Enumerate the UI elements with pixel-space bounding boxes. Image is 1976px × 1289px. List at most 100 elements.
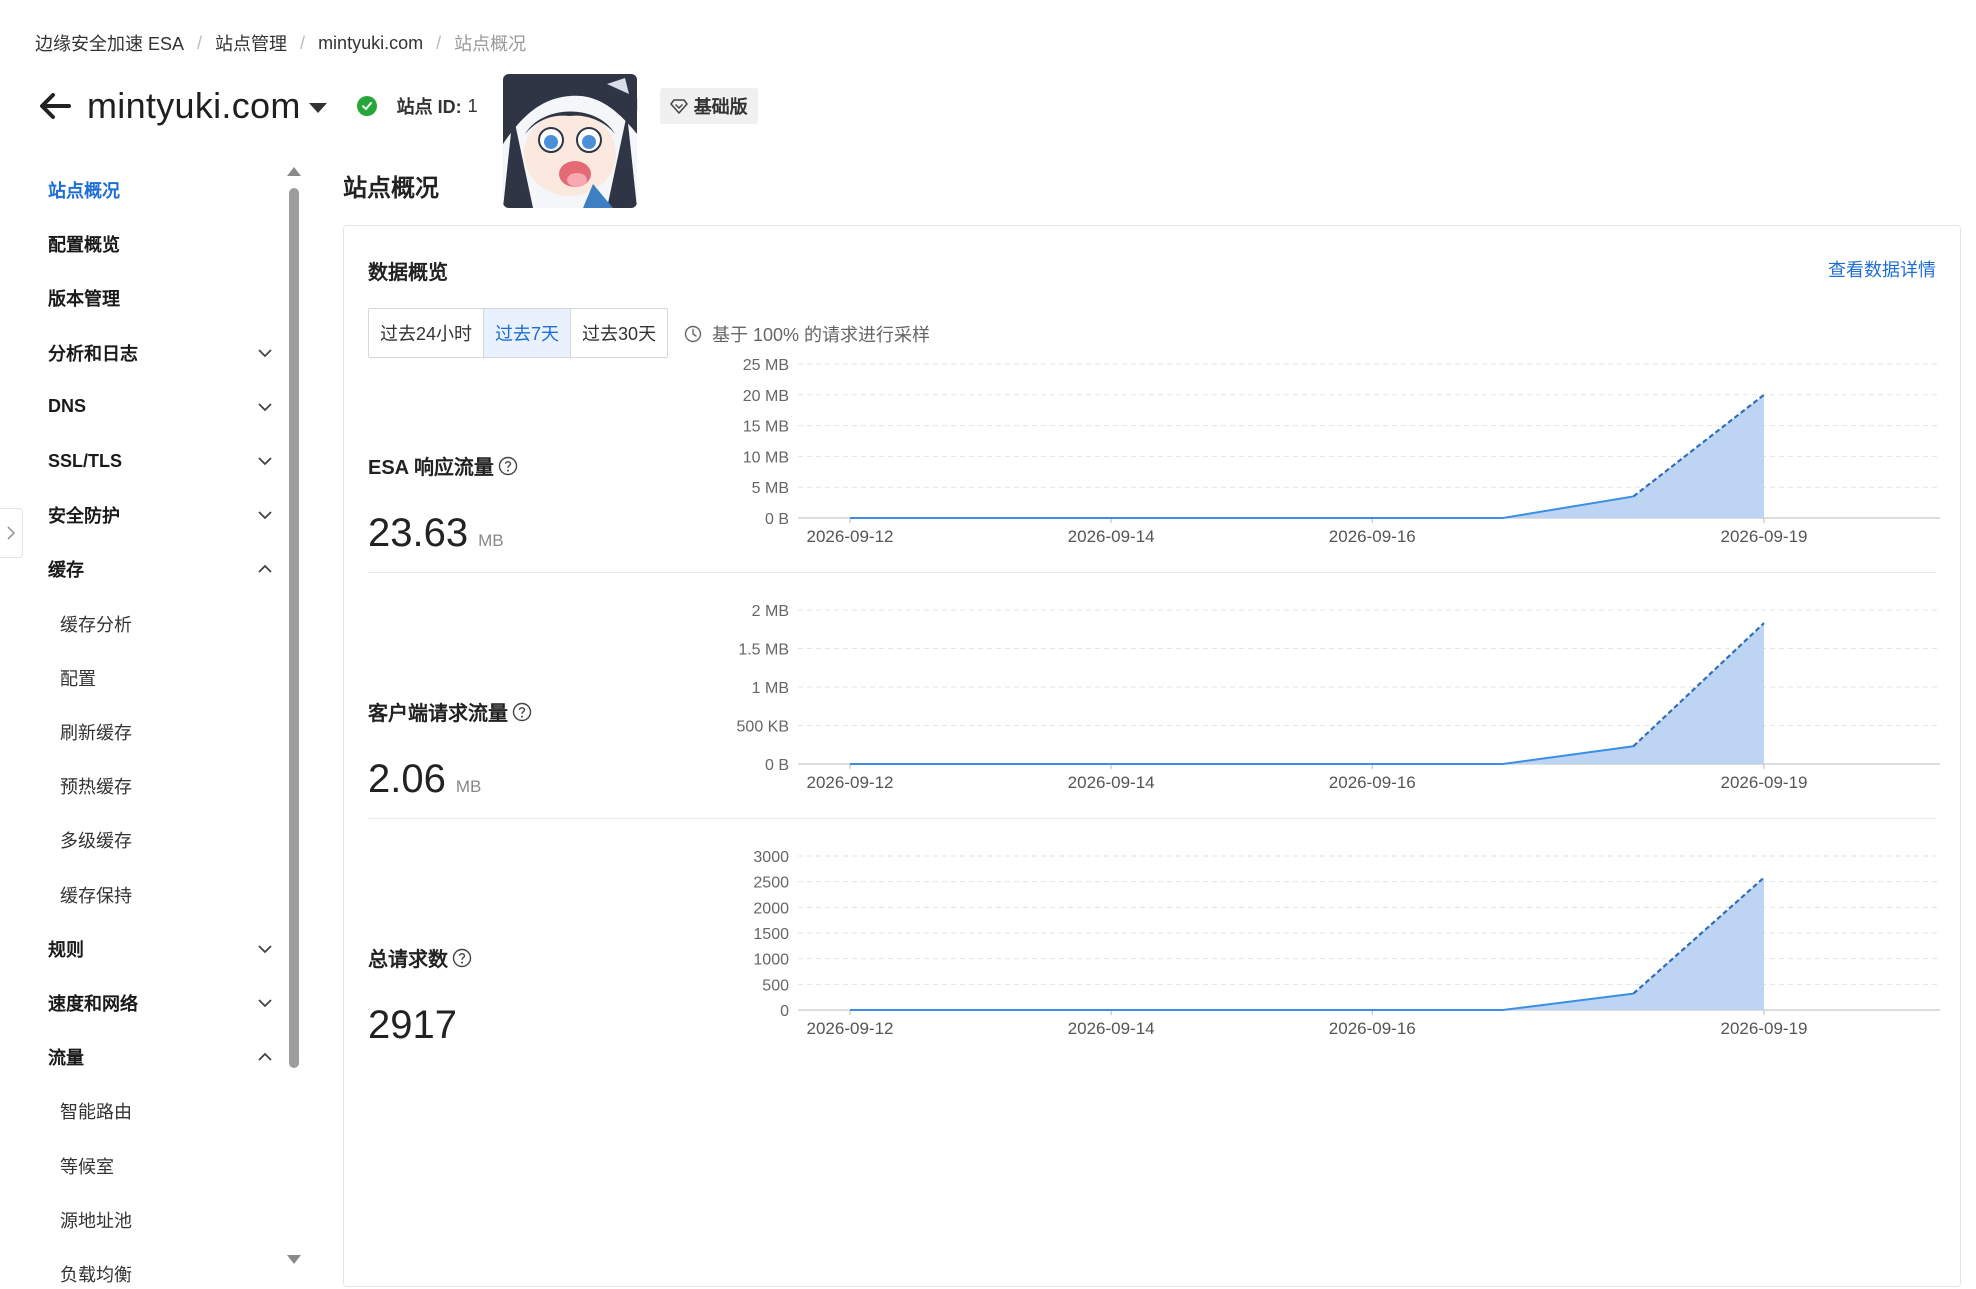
site-switcher-caret-icon[interactable] [309, 103, 327, 113]
chevron-down-icon[interactable] [257, 507, 273, 523]
metric-label-esa-response-traffic: ESA 响应流量 [368, 451, 518, 480]
data-overview-card: 数据概览 查看数据详情 过去24小时 过去7天 过去30天 基于 100% 的请… [343, 225, 1961, 1287]
chevron-down-icon[interactable] [257, 995, 273, 1011]
sidebar-item[interactable]: 分析和日志 [48, 338, 273, 368]
chevron-down-icon[interactable] [257, 399, 273, 415]
breadcrumb-esa[interactable]: 边缘安全加速 ESA [35, 30, 184, 56]
sidebar-item[interactable]: 多级缓存 [60, 825, 285, 855]
y-tick-label: 10 MB [743, 449, 789, 466]
sidebar-item-label: 缓存分析 [60, 611, 132, 637]
metric-label-text: 客户端请求流量 [368, 697, 508, 726]
back-arrow-icon[interactable] [35, 86, 75, 126]
help-icon[interactable] [512, 702, 532, 722]
breadcrumb-site[interactable]: mintyuki.com [318, 33, 423, 54]
y-tick-label: 3000 [753, 849, 789, 866]
sidebar-item-label: 缓存保持 [60, 882, 132, 908]
help-icon[interactable] [452, 948, 472, 968]
y-tick-label: 0 B [765, 511, 789, 528]
metric-number: 2917 [368, 1003, 457, 1048]
plan-label: 基础版 [694, 93, 748, 119]
sidebar-item[interactable]: 速度和网络 [48, 988, 273, 1018]
y-tick-label: 1000 [753, 952, 789, 969]
metric-value-total-requests: 2917 [368, 1003, 457, 1048]
x-tick-label: 2026-09-19 [1721, 1019, 1808, 1038]
sidebar-item-label: 预热缓存 [60, 773, 132, 799]
sidebar-item[interactable]: 缓存分析 [60, 609, 285, 639]
breadcrumb-separator: / [436, 33, 441, 54]
time-range-selector: 过去24小时 过去7天 过去30天 [368, 308, 668, 358]
sidebar-item[interactable]: 智能路由 [60, 1096, 285, 1126]
series-line [850, 496, 1633, 518]
sidebar-item[interactable]: 配置概览 [48, 229, 273, 259]
breadcrumb-site-management[interactable]: 站点管理 [215, 30, 287, 56]
sidebar-item[interactable]: 配置 [60, 663, 285, 693]
chevron-down-icon[interactable] [257, 345, 273, 361]
sidebar-collapse-button[interactable] [0, 508, 23, 558]
sidebar-item-label: 等候室 [60, 1153, 114, 1179]
y-tick-label: 2500 [753, 875, 789, 892]
scroll-up-arrow-icon[interactable] [287, 167, 301, 176]
sidebar-item-label: DNS [48, 396, 86, 417]
y-tick-label: 2 MB [752, 603, 789, 620]
sidebar-item[interactable]: 版本管理 [48, 283, 273, 313]
y-tick-label: 5 MB [752, 480, 789, 497]
help-icon[interactable] [498, 456, 518, 476]
sidebar-scroll-thumb[interactable] [289, 188, 299, 1068]
y-tick-label: 0 [780, 1003, 789, 1020]
sidebar-item-label: 配置概览 [48, 231, 120, 257]
time-range-24h[interactable]: 过去24小时 [369, 309, 484, 357]
time-range-7d[interactable]: 过去7天 [484, 309, 571, 357]
series-line [850, 746, 1633, 764]
sidebar-item[interactable]: 负载均衡 [60, 1259, 285, 1289]
metric-label-text: ESA 响应流量 [368, 451, 494, 480]
diamond-icon [670, 98, 688, 114]
sidebar-item[interactable]: 安全防护 [48, 500, 273, 530]
chevron-down-icon[interactable] [257, 941, 273, 957]
sidebar-item[interactable]: 预热缓存 [60, 771, 285, 801]
y-tick-label: 20 MB [743, 388, 789, 405]
x-tick-label: 2026-09-19 [1721, 773, 1808, 792]
chevron-up-icon[interactable] [257, 1049, 273, 1065]
y-tick-label: 25 MB [743, 357, 789, 374]
site-id-value: 1 [468, 96, 478, 117]
series-area [850, 623, 1764, 764]
sidebar-item[interactable]: 流量 [48, 1042, 273, 1072]
view-details-link[interactable]: 查看数据详情 [1828, 256, 1936, 282]
series-line [850, 994, 1633, 1010]
sidebar-item[interactable]: 缓存保持 [60, 880, 285, 910]
x-tick-label: 2026-09-16 [1329, 527, 1416, 546]
x-tick-label: 2026-09-14 [1068, 527, 1155, 546]
y-tick-label: 0 B [765, 757, 789, 774]
sidebar-item-label: 安全防护 [48, 502, 120, 528]
sidebar-item-label: 速度和网络 [48, 990, 138, 1016]
chevron-up-icon[interactable] [257, 561, 273, 577]
sidebar-item[interactable]: 等候室 [60, 1151, 285, 1181]
site-name[interactable]: mintyuki.com [87, 85, 301, 127]
status-ok-icon [357, 96, 377, 116]
sidebar-item-label: 智能路由 [60, 1098, 132, 1124]
x-tick-label: 2026-09-16 [1329, 1019, 1416, 1038]
sidebar-item[interactable]: 刷新缓存 [60, 717, 285, 747]
sampling-note: 基于 100% 的请求进行采样 [684, 321, 930, 347]
x-tick-label: 2026-09-14 [1068, 1019, 1155, 1038]
sidebar-item[interactable]: SSL/TLS [48, 446, 273, 476]
sampling-text: 基于 100% 的请求进行采样 [712, 321, 930, 347]
sidebar-item[interactable]: 源地址池 [60, 1205, 285, 1235]
sidebar-item-label: 规则 [48, 936, 84, 962]
sidebar-item[interactable]: 缓存 [48, 554, 273, 584]
sidebar-item[interactable]: 站点概况 [48, 175, 273, 205]
y-tick-label: 2000 [753, 900, 789, 917]
time-range-30d[interactable]: 过去30天 [571, 309, 667, 357]
card-title: 数据概览 [368, 256, 448, 285]
sidebar-item[interactable]: 规则 [48, 934, 273, 964]
chevron-down-icon[interactable] [257, 453, 273, 469]
sidebar-nav: 站点概况配置概览版本管理分析和日志 DNS SSL/TLS 安全防护缓存缓存分析配置刷… [0, 165, 305, 1265]
sidebar-item[interactable]: DNS [48, 392, 273, 422]
metric-label-client-request-traffic: 客户端请求流量 [368, 697, 532, 726]
divider [368, 572, 1936, 573]
scroll-down-arrow-icon[interactable] [287, 1255, 301, 1264]
x-tick-label: 2026-09-12 [807, 1019, 894, 1038]
metric-label-text: 总请求数 [368, 943, 448, 972]
y-tick-label: 500 KB [737, 719, 789, 736]
x-tick-label: 2026-09-19 [1721, 527, 1808, 546]
